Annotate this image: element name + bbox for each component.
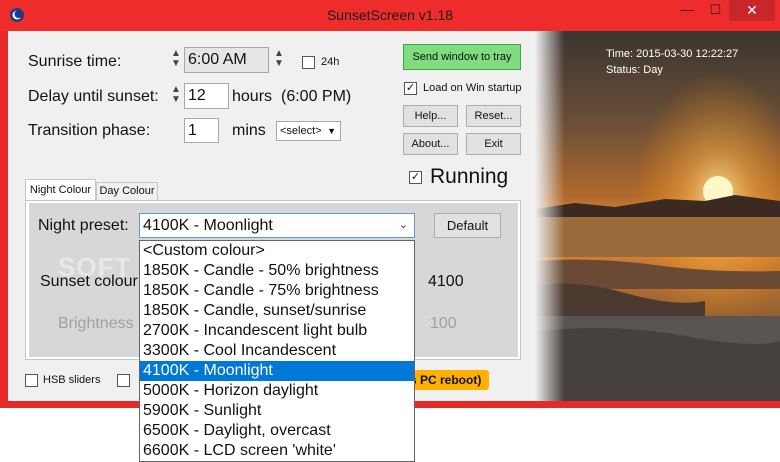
tab-night-colour[interactable]: Night Colour	[25, 179, 96, 201]
sunset-time-note: (6:00 PM)	[281, 88, 352, 105]
brightness-label: Brightness	[58, 315, 134, 332]
transition-phase-label: Transition phase:	[28, 122, 151, 139]
running-checkbox[interactable]: ✓	[409, 171, 422, 184]
title-bar[interactable]: SunsetScreen v1.18 — ☐ ✕	[0, 0, 780, 31]
load-on-startup-label: Load on Win startup	[423, 82, 522, 94]
send-to-tray-button[interactable]: Send window to tray	[403, 44, 521, 70]
delay-spin[interactable]: ▲ ▼	[170, 85, 182, 107]
exit-button[interactable]: Exit	[466, 133, 521, 155]
reboot-highlight: s PC reboot)	[408, 370, 489, 390]
sunset-colour-value: 4100	[428, 273, 464, 290]
preset-option[interactable]: 1850K - Candle - 75% brightness	[140, 281, 414, 301]
chevron-down-icon: ▼	[327, 126, 336, 136]
24h-checkbox[interactable]	[302, 56, 315, 69]
night-preset-select[interactable]: 4100K - Moonlight ⌄	[139, 213, 415, 238]
preset-option[interactable]: 1850K - Candle, sunset/sunrise	[140, 301, 414, 321]
night-preset-label: Night preset:	[38, 217, 129, 234]
sunrise-spin-right[interactable]: ▲ ▼	[273, 49, 285, 71]
preset-option[interactable]: 2700K - Incandescent light bulb	[140, 321, 414, 341]
sunset-colour-label: Sunset colour	[40, 273, 138, 290]
24h-label: 24h	[321, 56, 340, 68]
preset-option[interactable]: 1850K - Candle - 50% brightness	[140, 261, 414, 281]
help-button[interactable]: Help...	[403, 105, 458, 127]
preset-option[interactable]: 6500K - Daylight, overcast	[140, 421, 414, 441]
minimize-button[interactable]: —	[672, 0, 702, 21]
transition-select[interactable]: <select> ▼	[276, 121, 341, 141]
transition-mins-input[interactable]: 1	[184, 118, 219, 143]
running-label: Running	[430, 165, 509, 188]
preset-option[interactable]: 4100K - Moonlight	[140, 361, 414, 381]
preset-option[interactable]: 5900K - Sunlight	[140, 401, 414, 421]
brightness-value: 100	[430, 315, 457, 332]
transition-unit-label: mins	[232, 122, 266, 139]
load-on-startup-checkbox[interactable]: ✓	[404, 82, 417, 95]
night-preset-dropdown-list[interactable]: <Custom colour> 1850K - Candle - 50% brig…	[139, 240, 415, 462]
tab-day-colour-label: Day Colour	[99, 185, 155, 197]
hsb-sliders-checkbox[interactable]	[25, 374, 38, 387]
sunrise-time-input[interactable]: 6:00 AM	[184, 47, 269, 73]
status-text: Status: Day	[606, 64, 663, 76]
close-button[interactable]: ✕	[729, 0, 775, 21]
hsb-sliders-label: HSB sliders	[43, 374, 101, 386]
preset-option[interactable]: 5000K - Horizon daylight	[140, 381, 414, 401]
preset-option[interactable]: 6600K - LCD screen 'white'	[140, 441, 414, 461]
sunrise-time-label: Sunrise time:	[28, 53, 122, 70]
tab-night-colour-label: Night Colour	[29, 184, 92, 196]
about-button[interactable]: About...	[403, 133, 458, 155]
night-preset-value: 4100K - Moonlight	[143, 217, 273, 234]
second-option-checkbox[interactable]	[117, 374, 130, 387]
preset-option[interactable]: 3300K - Cool Incandescent	[140, 341, 414, 361]
window-title: SunsetScreen v1.18	[326, 7, 454, 23]
delay-until-sunset-label: Delay until sunset:	[28, 88, 159, 105]
delay-hours-input[interactable]: 12	[184, 83, 229, 109]
default-button[interactable]: Default	[434, 213, 501, 238]
delay-unit-label: hours	[232, 88, 273, 105]
current-time-text: Time: 2015-03-30 12:22:27	[606, 48, 739, 60]
sunrise-spin-left[interactable]: ▲ ▼	[170, 49, 182, 71]
transition-select-value: <select>	[280, 125, 322, 137]
chevron-down-icon: ⌄	[398, 219, 408, 231]
sunset-preview-image	[535, 31, 780, 401]
reset-button[interactable]: Reset...	[466, 105, 521, 127]
preset-option[interactable]: <Custom colour>	[140, 241, 414, 261]
tab-day-colour[interactable]: Day Colour	[96, 182, 158, 201]
maximize-button[interactable]: ☐	[702, 0, 729, 21]
